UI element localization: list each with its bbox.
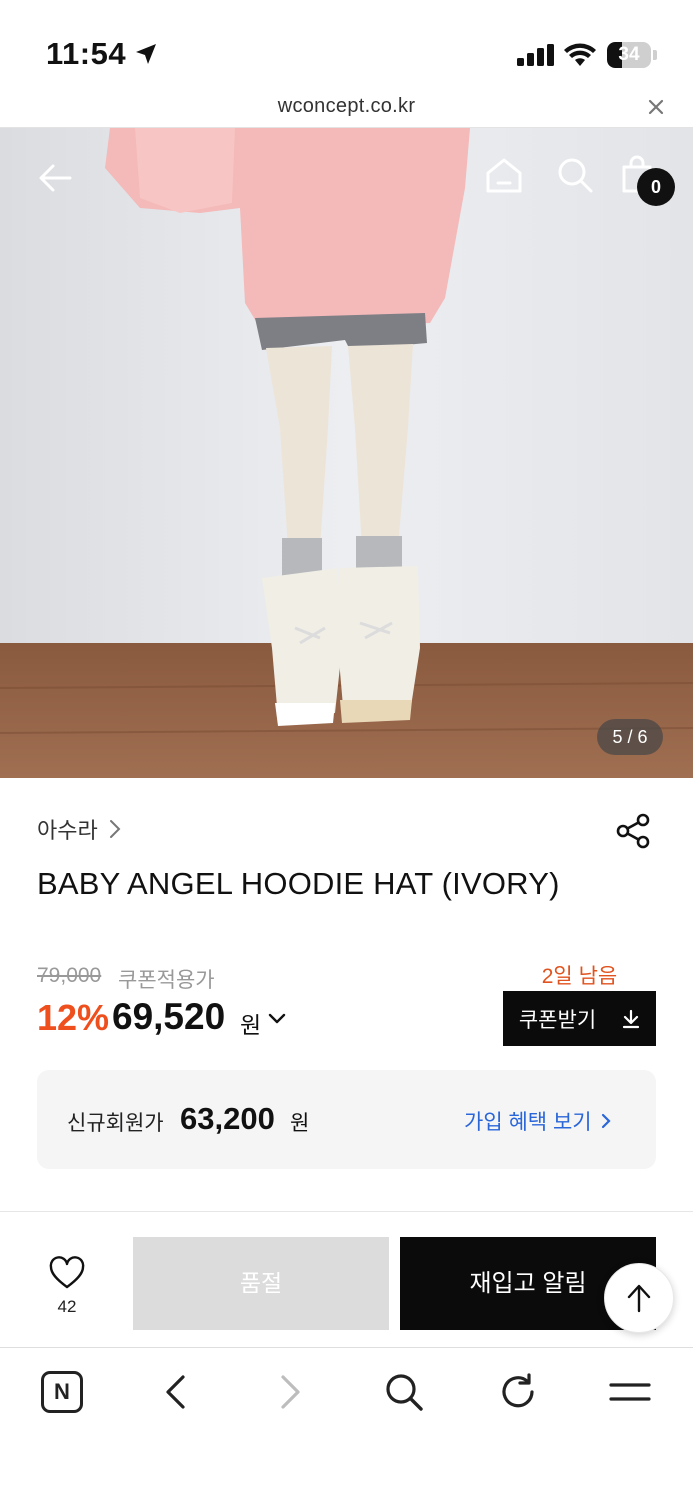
toolbar-divider xyxy=(0,1347,693,1348)
price-currency: 원 xyxy=(240,1012,262,1038)
product-title: BABY ANGEL HOODIE HAT (IVORY) xyxy=(37,866,560,901)
arrow-up-icon xyxy=(627,1284,651,1313)
final-price: 69,520 xyxy=(112,996,226,1037)
scroll-top-button[interactable] xyxy=(604,1263,674,1333)
share-icon[interactable] xyxy=(614,812,652,850)
member-price: 63,200 xyxy=(180,1101,275,1136)
member-price-currency: 원 xyxy=(290,1112,310,1135)
url-text[interactable]: wconcept.co.kr xyxy=(0,95,693,118)
chevron-down-icon[interactable] xyxy=(268,1012,286,1026)
discount-rate: 12% xyxy=(37,997,110,1038)
coupon-download-button[interactable]: 쿠폰받기 xyxy=(503,991,656,1046)
home-icon[interactable] xyxy=(484,155,524,195)
cart-count-badge[interactable]: 0 xyxy=(637,168,675,206)
chevron-right-icon xyxy=(109,820,121,838)
original-price: 79,000 xyxy=(37,964,102,987)
chevron-right-icon xyxy=(601,1113,611,1129)
like-count: 42 xyxy=(57,1297,77,1316)
menu-icon[interactable] xyxy=(609,1380,651,1404)
download-icon xyxy=(623,1009,640,1028)
location-arrow-icon xyxy=(136,44,156,64)
join-benefits-label: 가입 혜택 보기 xyxy=(464,1111,592,1134)
wifi-icon xyxy=(564,43,596,66)
coupon-button-label: 쿠폰받기 xyxy=(518,1008,597,1032)
join-benefits-link[interactable]: 가입 혜택 보기 xyxy=(464,1106,612,1136)
back-arrow-icon[interactable] xyxy=(36,158,76,198)
heart-icon[interactable] xyxy=(48,1256,86,1290)
coupon-days-left: 2일 남음 xyxy=(541,965,618,988)
member-price-label: 신규회원가 xyxy=(67,1112,164,1135)
close-icon[interactable] xyxy=(646,97,666,117)
brand-name: 아수라 xyxy=(37,818,98,843)
product-photo xyxy=(0,128,693,778)
gallery-counter: 5 / 6 xyxy=(597,719,663,755)
coupon-price-label: 쿠폰적용가 xyxy=(118,969,215,992)
battery-icon: 34 xyxy=(607,42,657,68)
browser-back-icon[interactable] xyxy=(162,1373,190,1411)
browser-forward-icon[interactable] xyxy=(276,1373,304,1411)
signal-icon xyxy=(517,44,554,66)
section-divider xyxy=(0,1211,693,1212)
search-icon[interactable] xyxy=(555,155,595,195)
brand-link[interactable]: 아수라 xyxy=(37,813,122,845)
product-image[interactable] xyxy=(0,128,693,778)
battery-percent: 34 xyxy=(618,44,640,65)
soldout-button[interactable]: 품절 xyxy=(133,1237,389,1330)
reload-icon[interactable] xyxy=(498,1372,538,1412)
naver-icon[interactable]: N xyxy=(41,1371,83,1413)
status-time: 11:54 xyxy=(46,36,127,71)
browser-search-icon[interactable] xyxy=(384,1372,424,1412)
